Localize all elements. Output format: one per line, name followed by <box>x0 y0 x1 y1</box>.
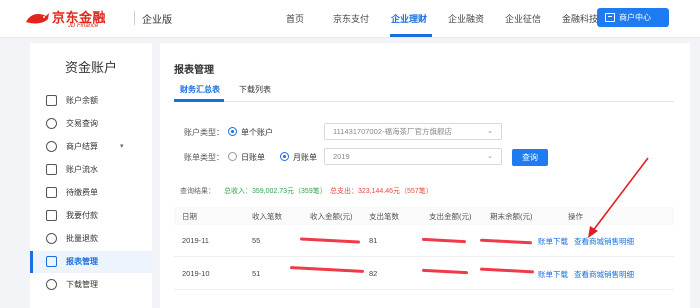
nav-enterprise-credit[interactable]: 企业征信 <box>505 12 541 25</box>
nav-enterprise-wealth[interactable]: 企业理财 <box>391 12 427 25</box>
clock-icon <box>46 118 57 129</box>
column-header-ending-balance: 期末余额(元) <box>490 212 533 221</box>
column-header-income-count: 收入笔数 <box>252 212 282 221</box>
sidebar-item-batch-refund[interactable]: 批量退款 <box>30 228 152 250</box>
table-row-divider <box>174 289 674 290</box>
sidebar: 资金账户 账户余额 交易查询 商户结算 ▾ 账户流水 待缴费单 我要付款 批量退… <box>30 43 152 308</box>
refund-icon <box>46 233 57 244</box>
row-1-bill-download-link[interactable]: 账单下载 <box>538 236 568 247</box>
redaction-scribble <box>479 267 535 274</box>
sidebar-title: 资金账户 <box>64 60 117 75</box>
yen-icon <box>46 141 57 152</box>
sidebar-item-pending-bills[interactable]: 待缴费单 <box>30 182 152 204</box>
merchant-center-label: 商户中心 <box>619 13 651 22</box>
single-account-radio[interactable] <box>228 127 237 136</box>
chart-icon <box>46 256 57 267</box>
row-2-date: 2019-10 <box>182 269 210 278</box>
sidebar-item-label: 待缴费单 <box>66 188 98 197</box>
sidebar-item-label: 账户余额 <box>66 96 98 105</box>
header-divider <box>134 11 135 25</box>
redaction-scribble <box>421 268 469 275</box>
row-2-bill-download-link[interactable]: 账单下载 <box>538 269 568 280</box>
sidebar-item-transactions[interactable]: 交易查询 <box>30 113 152 135</box>
column-header-actions: 操作 <box>568 212 583 221</box>
summary-expense: 总支出：323,144.46元（557笔） <box>330 188 433 195</box>
sidebar-item-balance[interactable]: 账户余额 <box>30 90 152 112</box>
jd-dog-logo-icon <box>26 13 49 24</box>
pay-icon <box>46 210 57 221</box>
year-select[interactable]: 2019 ⌄ <box>324 148 502 165</box>
redaction-scribble <box>479 238 533 245</box>
daily-bill-radio[interactable] <box>228 152 237 161</box>
edition-label: 企业版 <box>142 15 172 26</box>
column-header-expense-amount: 支出金额(元) <box>429 212 472 221</box>
nav-active-indicator <box>390 34 432 37</box>
sidebar-item-reports[interactable]: 报表管理 <box>30 251 152 273</box>
row-2-income-count: 51 <box>252 269 261 278</box>
table-row-divider <box>174 256 674 257</box>
download-icon <box>46 279 57 290</box>
nav-fintech[interactable]: 金融科技 <box>562 12 598 25</box>
row-1-income-count: 55 <box>252 236 261 245</box>
column-header-expense-count: 支出笔数 <box>369 212 399 221</box>
jd-finance-logo[interactable]: 京东金融 JD Finance <box>24 7 128 33</box>
table-header <box>174 207 674 225</box>
redaction-scribble <box>421 237 467 244</box>
row-2-expense-count: 82 <box>369 269 378 278</box>
query-button[interactable]: 查询 <box>512 149 548 166</box>
row-1-expense-count: 81 <box>369 236 378 245</box>
sidebar-item-label: 账户流水 <box>66 165 98 174</box>
sidebar-item-downloads[interactable]: 下载管理 <box>30 274 152 296</box>
tabs-divider <box>174 101 674 102</box>
tab-download-list[interactable]: 下载列表 <box>239 84 271 95</box>
tab-financial-summary[interactable]: 财务汇总表 <box>180 84 220 95</box>
redaction-scribble <box>289 266 365 273</box>
top-navigation-bar: 京东金融 JD Finance 企业版 首页 京东支付 企业理财 企业融资 企业… <box>0 0 700 38</box>
sidebar-item-label: 交易查询 <box>66 119 98 128</box>
column-header-income-amount: 收入金额(元) <box>310 212 353 221</box>
single-account-label: 单个账户 <box>241 128 273 137</box>
monthly-bill-radio[interactable] <box>280 152 289 161</box>
row-1-sales-detail-link[interactable]: 查看商城销售明细 <box>574 236 634 247</box>
list-icon <box>46 164 57 175</box>
tab-active-indicator <box>174 99 224 102</box>
monitor-icon <box>605 13 615 22</box>
column-header-date: 日期 <box>182 212 197 221</box>
bill-type-label: 账单类型： <box>184 153 224 162</box>
sidebar-item-label: 批量退款 <box>66 234 98 243</box>
report-panel: 报表管理 财务汇总表 下载列表 账户类型： 单个账户 111431707002-… <box>160 43 690 308</box>
nav-jd-pay[interactable]: 京东支付 <box>333 12 369 25</box>
sidebar-item-label: 报表管理 <box>66 257 98 266</box>
summary-income: 总收入：359,002.73元（359笔） <box>224 188 327 195</box>
summary-prefix: 查询结果： <box>180 188 215 195</box>
sidebar-item-statement[interactable]: 账户流水 <box>30 159 152 181</box>
page-title: 报表管理 <box>174 65 214 76</box>
sidebar-item-label: 商户结算 <box>66 142 98 151</box>
nav-enterprise-financing[interactable]: 企业融资 <box>448 12 484 25</box>
row-1-date: 2019-11 <box>182 236 209 245</box>
brand-subtitle: JD Finance <box>68 23 99 29</box>
bill-icon <box>46 187 57 198</box>
wallet-icon <box>46 95 57 106</box>
daily-bill-label: 日账单 <box>241 153 265 162</box>
chevron-down-icon: ▾ <box>120 143 124 150</box>
account-select[interactable]: 111431707002-福海茶厂官方旗舰店 ⌄ <box>324 123 502 140</box>
account-select-value: 111431707002-福海茶厂官方旗舰店 <box>333 127 452 136</box>
sidebar-item-payment[interactable]: 我要付款 <box>30 205 152 227</box>
chevron-down-icon: ⌄ <box>487 128 493 135</box>
merchant-center-button[interactable]: 商户中心 <box>597 8 669 27</box>
nav-home[interactable]: 首页 <box>286 12 304 25</box>
chevron-down-icon: ⌄ <box>487 153 493 160</box>
sidebar-item-label: 下载管理 <box>66 280 98 289</box>
monthly-bill-label: 月账单 <box>293 153 317 162</box>
redaction-scribble <box>299 237 361 244</box>
account-type-label: 账户类型： <box>184 128 224 137</box>
sidebar-item-label: 我要付款 <box>66 211 98 220</box>
row-2-sales-detail-link[interactable]: 查看商城销售明细 <box>574 269 634 280</box>
sidebar-item-settlement[interactable]: 商户结算 ▾ <box>30 136 152 158</box>
year-select-value: 2019 <box>333 152 350 161</box>
